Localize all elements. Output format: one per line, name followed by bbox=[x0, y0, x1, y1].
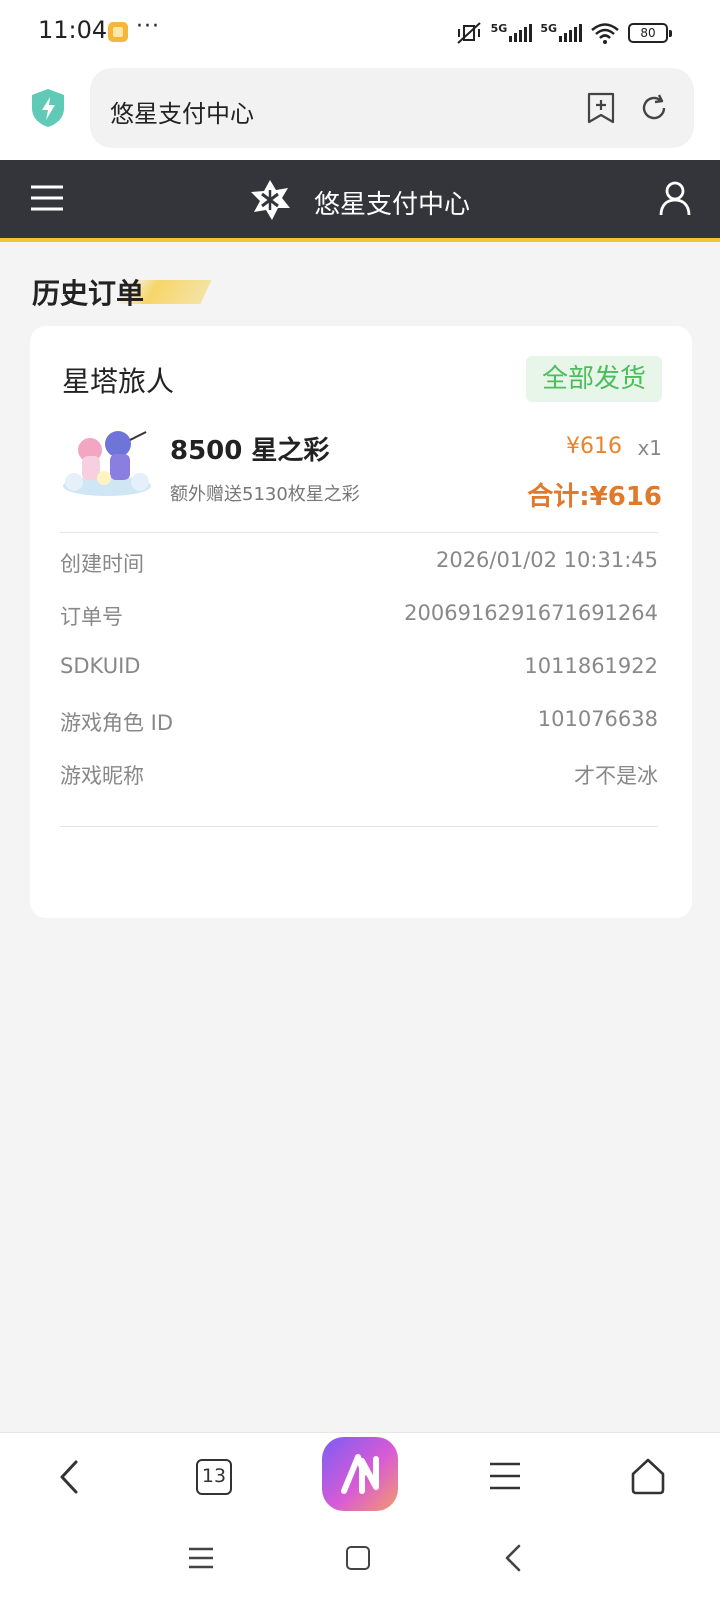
address-bar[interactable]: 悠星支付中心 bbox=[90, 68, 694, 148]
info-label: 创建时间 bbox=[60, 552, 144, 576]
system-back-icon[interactable] bbox=[504, 1544, 522, 1572]
browser-bottom-nav: 13 bbox=[0, 1432, 720, 1524]
notification-app-icon bbox=[108, 22, 128, 42]
info-value: 101076638 bbox=[537, 707, 658, 731]
ai-assistant-button[interactable] bbox=[322, 1437, 398, 1511]
info-row-created-time: 创建时间 2026/01/02 10:31:45 bbox=[60, 548, 658, 578]
browser-menu-icon[interactable] bbox=[488, 1461, 522, 1491]
game-name: 星塔旅人 bbox=[62, 365, 175, 398]
section-heading: 历史订单 bbox=[32, 272, 212, 312]
user-account-icon[interactable] bbox=[658, 180, 692, 216]
yostar-logo-icon bbox=[251, 180, 290, 220]
product-image bbox=[63, 431, 151, 496]
info-label: 订单号 bbox=[60, 605, 123, 629]
bookmark-add-icon[interactable] bbox=[586, 92, 616, 124]
address-text[interactable]: 悠星支付中心 bbox=[110, 94, 254, 129]
info-value: 1011861922 bbox=[524, 654, 658, 678]
info-value: 2006916291671691264 bbox=[404, 601, 658, 625]
info-row-order-number: 订单号 2006916291671691264 bbox=[60, 601, 658, 631]
more-notifications-icon: ··· bbox=[136, 14, 160, 39]
browser-toolbar: 悠星支付中心 bbox=[0, 64, 720, 160]
info-row-role-id: 游戏角色 ID 101076638 bbox=[60, 707, 658, 737]
site-header: 悠星支付中心 bbox=[0, 160, 720, 242]
system-nav-bar bbox=[0, 1524, 720, 1600]
status-indicators: 5G 5G 80 bbox=[455, 18, 672, 48]
unit-price: ¥616 bbox=[566, 434, 622, 459]
mute-vibrate-icon bbox=[456, 22, 481, 44]
battery-indicator: 80 bbox=[628, 23, 672, 43]
tabs-button[interactable]: 13 bbox=[196, 1459, 232, 1495]
product-name: 8500 星之彩 bbox=[170, 436, 330, 466]
signal-5g-label-2: 5G bbox=[540, 21, 557, 35]
product-bonus: 额外赠送5130枚星之彩 bbox=[170, 484, 360, 505]
signal-2-icon bbox=[559, 24, 582, 42]
security-shield-icon[interactable] bbox=[30, 88, 66, 128]
divider bbox=[60, 532, 658, 533]
back-icon[interactable] bbox=[56, 1459, 84, 1495]
menu-icon[interactable] bbox=[30, 184, 64, 212]
order-card[interactable]: 星塔旅人 全部发货 8500 星之彩 额外赠送5130枚星之彩 ¥616 x1 … bbox=[30, 326, 692, 918]
quantity: x1 bbox=[637, 436, 662, 460]
refresh-icon[interactable] bbox=[638, 92, 670, 124]
recent-apps-icon[interactable] bbox=[188, 1546, 214, 1570]
info-row-sdkuid: SDKUID 1011861922 bbox=[60, 654, 658, 684]
site-title: 悠星支付中心 bbox=[314, 190, 471, 220]
info-row-nickname: 游戏昵称 才不是冰 bbox=[60, 760, 658, 790]
info-label: 游戏昵称 bbox=[60, 764, 144, 788]
status-badge: 全部发货 bbox=[525, 356, 662, 402]
ai-assistant-icon bbox=[341, 1454, 379, 1494]
divider bbox=[60, 826, 658, 827]
system-home-icon[interactable] bbox=[346, 1546, 370, 1570]
info-value: 2026/01/02 10:31:45 bbox=[435, 548, 658, 572]
info-value: 才不是冰 bbox=[574, 764, 658, 788]
page-title: 历史订单 bbox=[32, 277, 145, 310]
wifi-icon bbox=[591, 23, 619, 44]
home-icon[interactable] bbox=[630, 1457, 666, 1495]
status-time: 11:04 bbox=[38, 16, 108, 44]
status-bar: 11:04 ··· 5G 5G 80 bbox=[0, 0, 720, 64]
info-label: 游戏角色 ID bbox=[60, 711, 174, 735]
signal-1-icon bbox=[509, 24, 533, 42]
total-price: 合计:¥616 bbox=[527, 482, 662, 512]
info-label: SDKUID bbox=[60, 654, 141, 678]
signal-5g-label-1: 5G bbox=[490, 21, 508, 35]
